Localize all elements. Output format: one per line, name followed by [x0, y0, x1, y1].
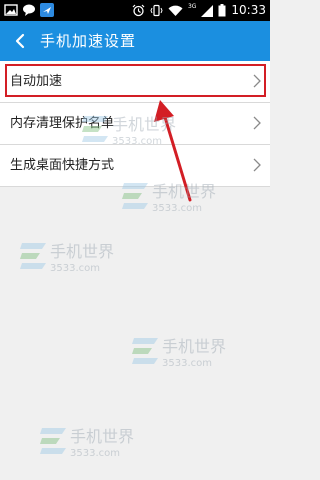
- setting-item-label: 自动加速: [10, 74, 63, 89]
- wifi-icon: [168, 5, 183, 16]
- battery-icon: [218, 4, 226, 17]
- watermark: 手机世界 3533.com: [20, 235, 140, 279]
- page-title: 手机加速设置: [40, 32, 137, 50]
- watermark-logo: 手机世界 3533.com: [132, 337, 226, 369]
- watermark: 手机世界 3533.com: [40, 420, 160, 464]
- setting-item-desktop-shortcut[interactable]: 生成桌面快捷方式: [0, 145, 270, 187]
- watermark-domain: 3533.com: [70, 448, 120, 459]
- watermark-brand: 手机世界: [162, 337, 226, 356]
- watermark: 手机世界 3533.com: [132, 330, 252, 374]
- setting-item-auto-accelerate[interactable]: 自动加速: [0, 61, 270, 103]
- setting-item-memory-whitelist[interactable]: 内存清理保护名单: [0, 103, 270, 145]
- watermark-logo: 手机世界 3533.com: [40, 427, 134, 459]
- watermark-brand: 手机世界: [50, 242, 114, 261]
- signal-icon: [201, 4, 214, 17]
- settings-list: 自动加速 内存清理保护名单 生成桌面快捷方式: [0, 61, 270, 187]
- clock: 10:33: [231, 3, 266, 17]
- chevron-right-icon: [253, 74, 261, 88]
- watermark-brand: 手机世界: [70, 427, 134, 446]
- image-icon: [4, 4, 18, 16]
- watermark-domain: 3533.com: [162, 358, 212, 369]
- watermark-logo: 手机世界 3533.com: [20, 242, 114, 274]
- chevron-right-icon: [253, 116, 261, 130]
- network-type-label: 3G: [187, 3, 197, 10]
- watermark-domain: 3533.com: [152, 203, 202, 214]
- watermark-domain: 3533.com: [50, 263, 100, 274]
- setting-item-label: 生成桌面快捷方式: [10, 158, 115, 173]
- annotation-arrow: [154, 100, 192, 202]
- app-header: 手机加速设置: [0, 21, 270, 61]
- chat-icon: [23, 4, 35, 16]
- back-arrow-icon: [15, 33, 25, 49]
- notification-icon: [40, 3, 54, 17]
- back-button[interactable]: [10, 31, 30, 51]
- chevron-right-icon: [253, 158, 261, 172]
- alarm-icon: [132, 4, 145, 17]
- vibrate-icon: [150, 4, 163, 17]
- status-bar: 3G 10:33: [0, 0, 270, 21]
- setting-item-label: 内存清理保护名单: [10, 116, 115, 131]
